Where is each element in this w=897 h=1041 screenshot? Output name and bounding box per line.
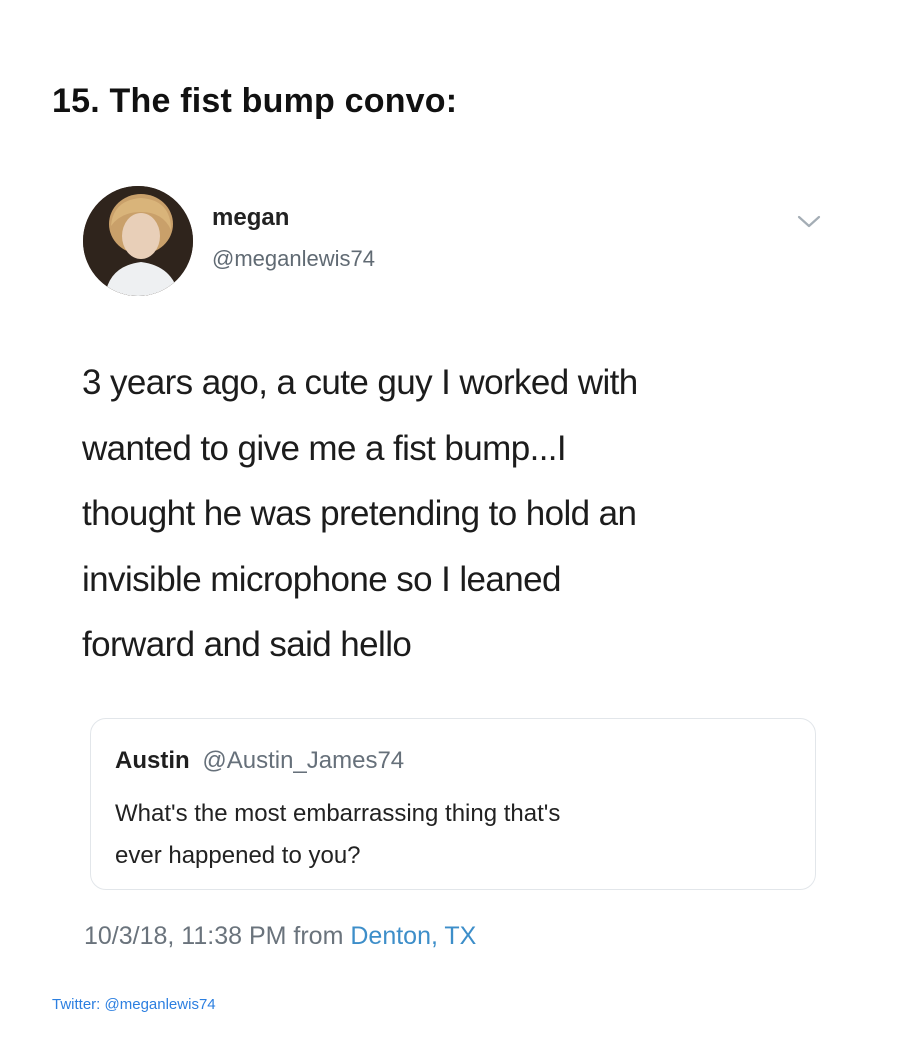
source-credit-link[interactable]: Twitter: @meganlewis74 [52, 996, 216, 1013]
tweet-text-line: 3 years ago, a cute guy I worked with [82, 363, 638, 402]
avatar[interactable] [83, 186, 193, 296]
quoted-tweet[interactable]: Austin @Austin_James74 What's the most e… [90, 718, 816, 890]
tweet-metadata: 10/3/18, 11:38 PM from Denton, TX [84, 922, 476, 951]
quoted-handle: @Austin_James74 [202, 747, 405, 774]
chevron-down-icon[interactable] [796, 214, 822, 230]
quoted-display-name: Austin [115, 747, 190, 774]
tweet-text: 3 years ago, a cute guy I worked with wa… [82, 350, 822, 678]
tweet-location-link[interactable]: Denton, TX [350, 922, 476, 950]
quoted-text-line: ever happened to you? [115, 842, 361, 869]
user-handle[interactable]: @meganlewis74 [212, 246, 375, 272]
tweet-text-line: thought he was pretending to hold an [82, 494, 637, 533]
article-heading: 15. The fist bump convo: [52, 82, 458, 120]
profile-photo [83, 186, 193, 296]
tweet-text-line: invisible microphone so I leaned [82, 559, 561, 599]
tweet-text-line: forward and said hello [82, 625, 412, 664]
tweet-text-line: wanted to give me a fist bump...I [82, 428, 567, 468]
tweet-timestamp[interactable]: 10/3/18, 11:38 PM from [84, 922, 343, 950]
quoted-tweet-text: What's the most embarrassing thing that'… [115, 793, 795, 877]
quoted-text-line: What's the most embarrassing thing that'… [115, 800, 561, 827]
quoted-tweet-author: Austin @Austin_James74 [115, 747, 404, 775]
display-name[interactable]: megan [212, 204, 289, 232]
